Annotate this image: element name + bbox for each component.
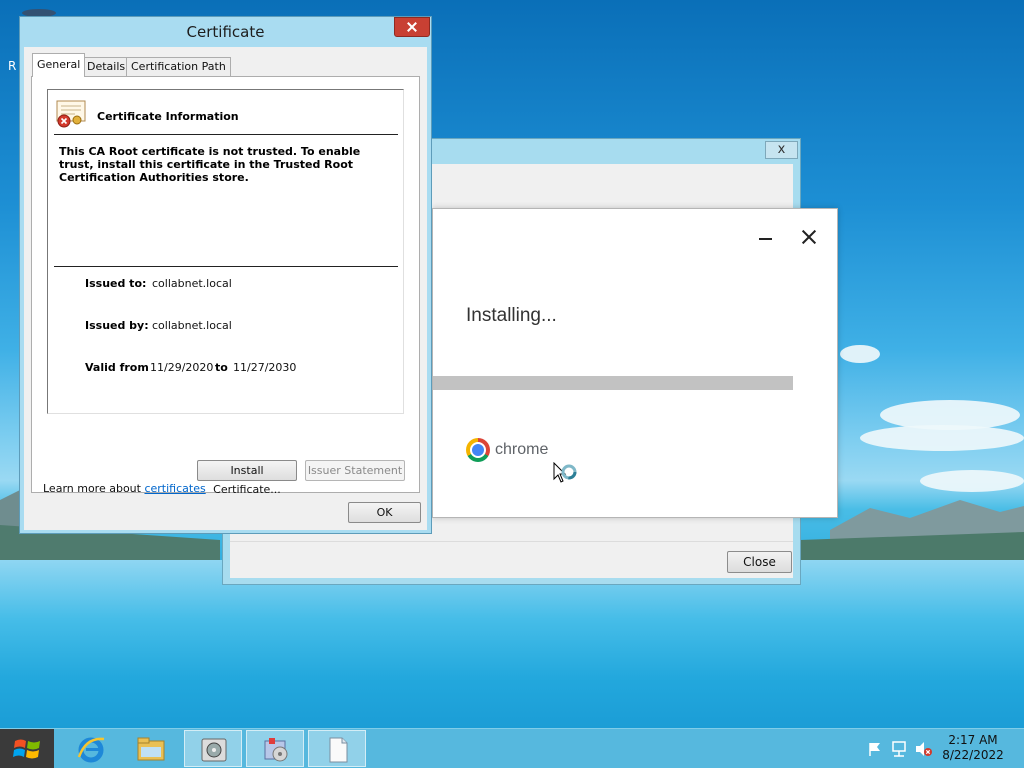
info-heading: Certificate Information <box>97 110 239 123</box>
tab-details[interactable]: Details <box>82 57 131 76</box>
taskbar: 2:17 AM 8/22/2022 <box>0 728 1024 768</box>
disk-utility-icon <box>201 738 227 762</box>
chrome-brand: chrome <box>466 438 548 462</box>
installer-icon <box>264 738 288 762</box>
document-icon <box>329 737 348 763</box>
issued-by-value: collabnet.local <box>152 319 232 332</box>
tab-certification-path[interactable]: Certification Path <box>126 57 231 76</box>
chrome-installer-dialog: Installing... chrome <box>432 208 838 518</box>
install-certificate-button[interactable]: Install Certificate... <box>197 460 297 496</box>
clock-time: 2:17 AM <box>948 733 998 747</box>
valid-from-label: Valid from <box>85 361 149 374</box>
general-tab-panel: Certificate Information This CA Root cer… <box>31 76 420 496</box>
divider <box>54 266 398 267</box>
folder-icon <box>137 737 165 761</box>
start-button[interactable] <box>0 729 54 768</box>
taskbar-app-active[interactable] <box>184 730 242 767</box>
valid-to-value: 11/27/2030 <box>233 361 297 374</box>
taskbar-clock[interactable]: 2:17 AM 8/22/2022 <box>930 733 1016 763</box>
installer-footer-divider <box>230 541 793 542</box>
ok-button[interactable]: OK <box>348 502 421 523</box>
learn-more-prefix: Learn more about <box>43 482 145 495</box>
internet-explorer-icon <box>77 737 105 763</box>
close-button[interactable]: Close <box>727 551 792 573</box>
dialog-client-area: General Details Certification Path Certi… <box>24 47 427 530</box>
lake-water <box>0 560 1024 728</box>
busy-cursor-icon <box>553 462 577 483</box>
tab-general[interactable]: General <box>32 53 86 77</box>
minimize-icon[interactable] <box>759 227 773 247</box>
network-icon[interactable] <box>891 741 909 757</box>
chrome-wordmark: chrome <box>495 441 549 458</box>
close-icon[interactable] <box>801 229 817 245</box>
certificate-dialog[interactable]: Certificate General Details Certificatio… <box>19 16 432 534</box>
cloud <box>840 345 880 363</box>
valid-from-value: 11/29/2020 <box>150 361 214 374</box>
taskbar-internet-explorer[interactable] <box>62 730 120 767</box>
trust-warning-text: This CA Root certificate is not trusted.… <box>59 145 361 184</box>
dialog-title: Certificate <box>186 23 265 41</box>
install-status-text: Installing... <box>466 305 557 326</box>
installer-close-x-button[interactable]: x <box>765 141 798 159</box>
issuer-statement-button[interactable]: Issuer Statement <box>305 460 405 481</box>
certificate-info-box: Certificate Information This CA Root cer… <box>47 89 404 414</box>
clock-date: 8/22/2022 <box>942 748 1004 762</box>
cloud <box>860 425 1024 451</box>
chrome-logo-icon <box>466 438 490 462</box>
install-progress-bar <box>433 376 793 390</box>
flag-icon[interactable] <box>867 741 883 757</box>
issued-to-value: collabnet.local <box>152 277 232 290</box>
valid-to-label: to <box>215 361 228 374</box>
taskbar-installer[interactable] <box>246 730 304 767</box>
learn-more-text: Learn more about certificates <box>43 482 206 495</box>
certificates-link[interactable]: certificates <box>144 482 205 495</box>
issued-by-label: Issued by: <box>85 319 149 332</box>
desktop-icon-label: R <box>8 59 17 73</box>
issued-to-label: Issued to: <box>85 277 147 290</box>
taskbar-file-explorer[interactable] <box>122 730 180 767</box>
certificate-error-icon <box>56 100 86 128</box>
taskbar-document[interactable] <box>308 730 366 767</box>
dialog-close-button[interactable] <box>394 17 430 37</box>
windows-logo-icon <box>13 739 40 759</box>
divider <box>54 134 398 135</box>
